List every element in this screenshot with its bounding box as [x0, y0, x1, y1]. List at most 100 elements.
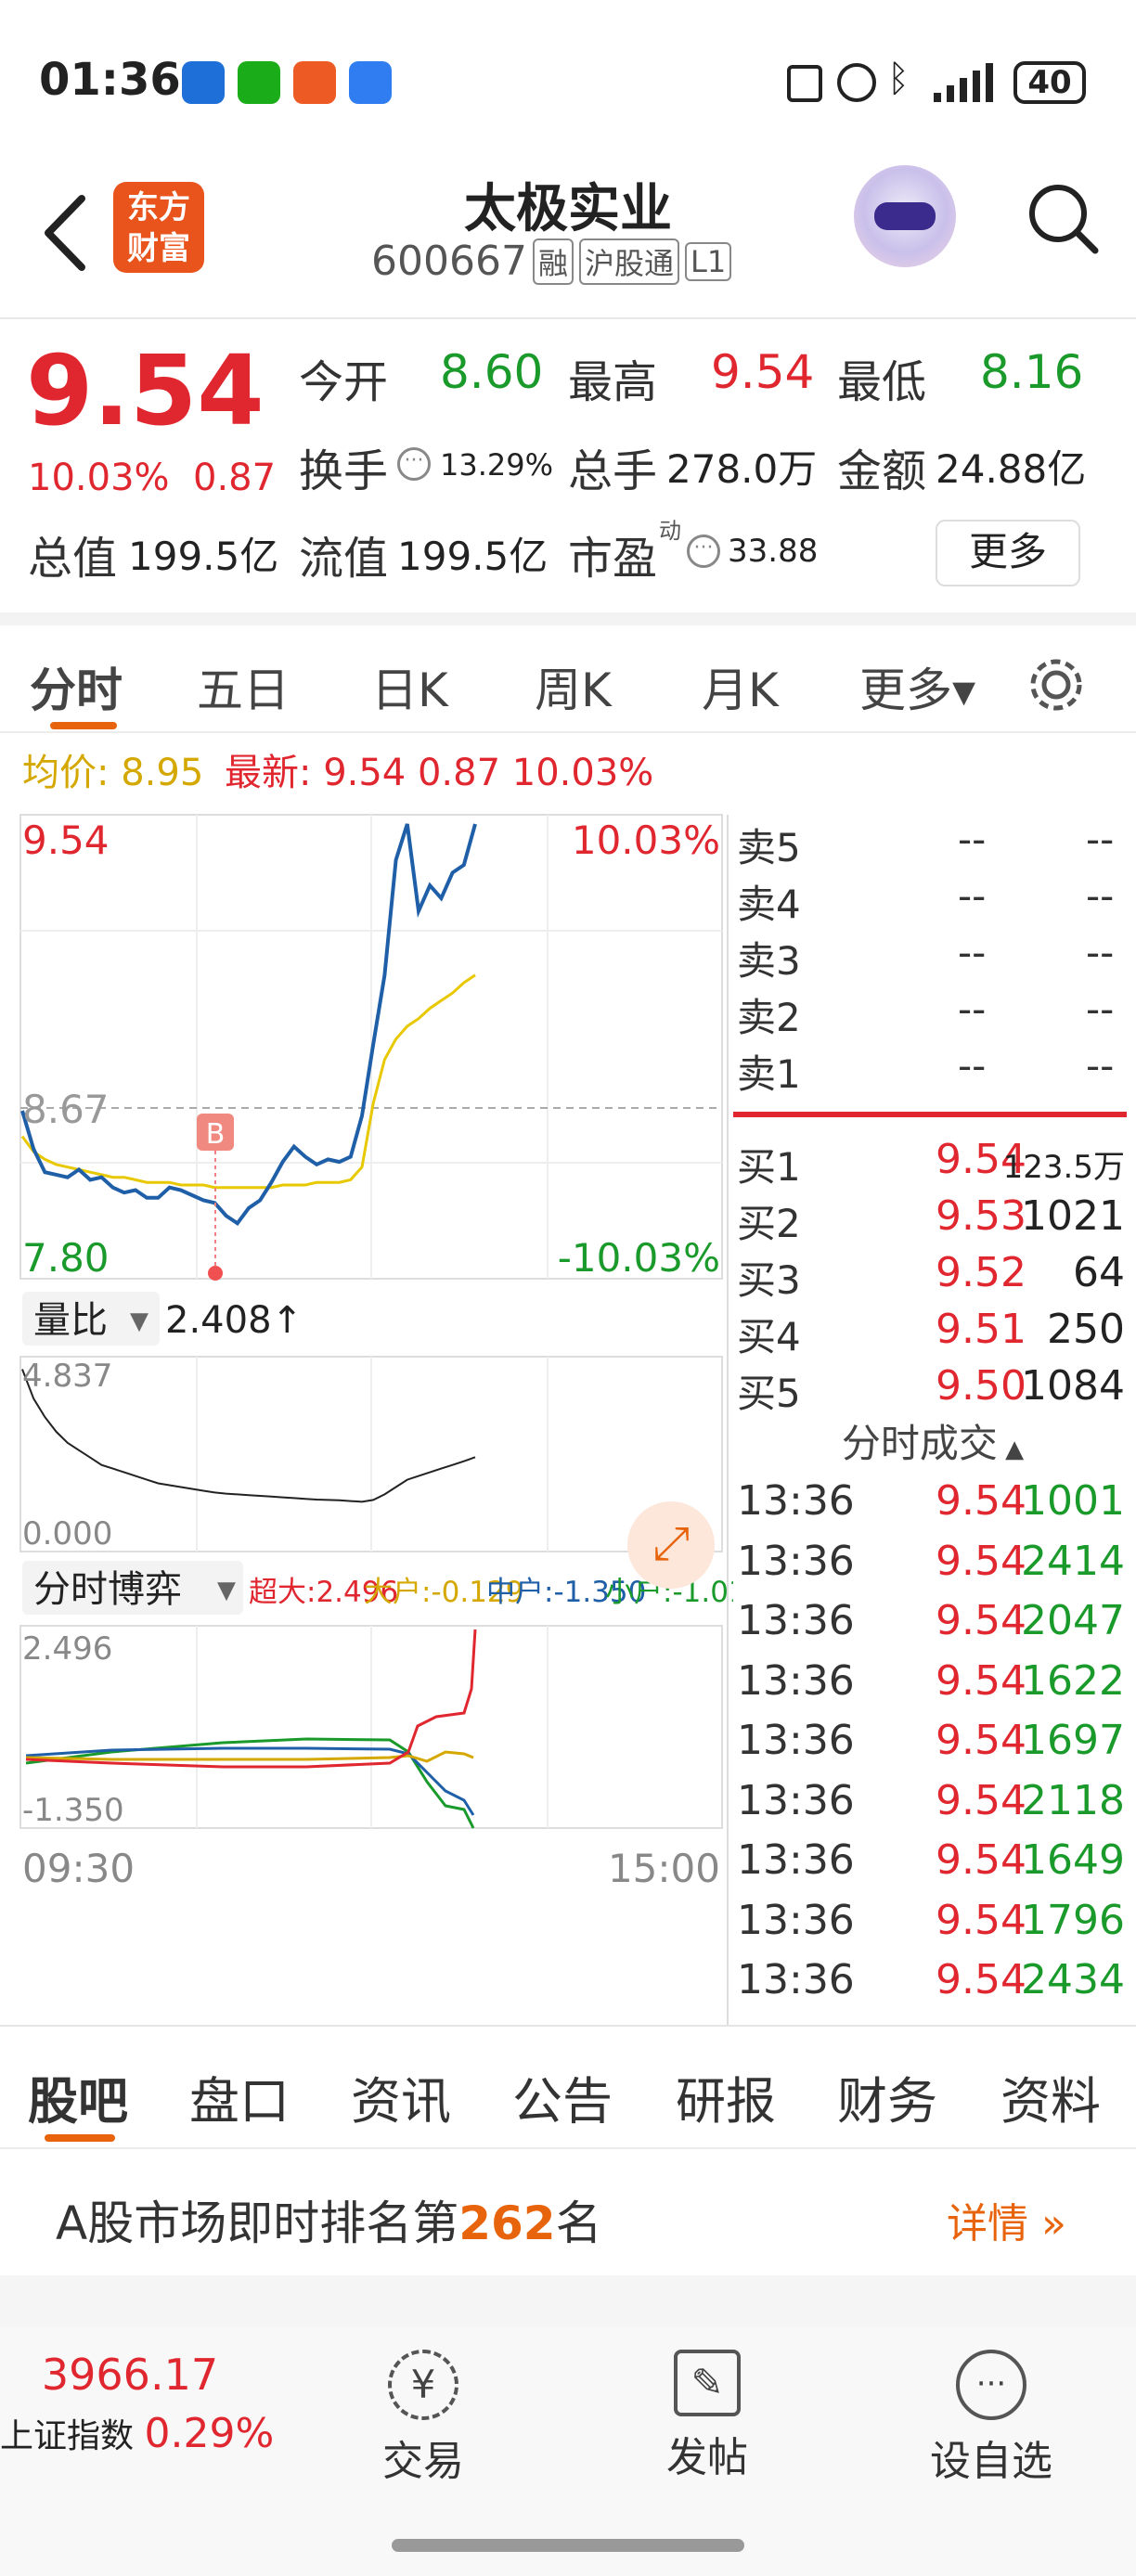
settings-gear-icon[interactable]: [1025, 653, 1088, 716]
ask-volume: --: [1086, 873, 1115, 919]
latest-price: 9.54: [323, 752, 407, 794]
tab-profile[interactable]: 资料: [1000, 2060, 1101, 2133]
tab-announcements[interactable]: 公告: [512, 2060, 613, 2133]
trade-row: 13:36 9.54 1622: [733, 1657, 1132, 1713]
latest-change: 0.87: [417, 752, 501, 794]
tab-daily-k[interactable]: 日K: [371, 653, 448, 720]
mktcap-label: 总值: [28, 533, 118, 585]
avg-value: 8.95: [121, 752, 204, 794]
volume-ratio-min: 0.000: [22, 1515, 112, 1552]
ask-row[interactable]: 卖5 -- --: [733, 817, 1132, 870]
amount-value: 24.88亿: [936, 446, 1087, 492]
bid-row[interactable]: 买1 9.54 123.5万: [733, 1136, 1132, 1190]
signal-icon: [934, 63, 993, 102]
add-watchlist-button[interactable]: ··· 设自选: [898, 2350, 1084, 2487]
trades-title-row[interactable]: 分时成交 ▲: [733, 1412, 1132, 1469]
trade-row: 13:36 9.54 2118: [733, 1777, 1132, 1833]
bid-volume: 250: [1047, 1306, 1125, 1353]
bid-row[interactable]: 买2 9.53 1021: [733, 1192, 1132, 1246]
ask-price: --: [958, 930, 987, 975]
bid-price: 9.52: [936, 1249, 1026, 1296]
more-button[interactable]: 更多: [936, 520, 1080, 586]
bid-price: 9.53: [936, 1192, 1026, 1240]
tab-weekly-k[interactable]: 周K: [535, 653, 612, 720]
stock-code-row: 600667 融 沪股通 L1: [371, 238, 732, 285]
latest-label: 最新:: [224, 752, 312, 794]
rank-banner[interactable]: A股市场即时排名第262名 详情 »: [0, 2149, 1136, 2275]
avg-price-series: [20, 973, 476, 1190]
ask-price: --: [958, 986, 987, 1032]
expand-icon[interactable]: ⤢: [627, 1501, 715, 1589]
ask-row[interactable]: 卖1 -- --: [733, 1043, 1132, 1097]
tab-research[interactable]: 研报: [676, 2060, 776, 2133]
ask-volume: --: [1086, 930, 1115, 975]
open-value: 8.60: [440, 345, 544, 399]
trade-price: 9.54: [936, 1537, 1026, 1585]
quote-summary: 9.54 10.03% 0.87 今开 8.60 最高 9.54 最低 8.16…: [0, 319, 1136, 612]
index-ticker[interactable]: 3966.17 上证指数 0.29%: [0, 2350, 278, 2457]
trade-price: 9.54: [936, 1717, 1026, 1764]
tab-intraday[interactable]: 分时: [30, 653, 123, 720]
dropdown-icon: ▼: [130, 1307, 148, 1335]
edit-icon: ✎: [674, 2350, 741, 2416]
bid-row[interactable]: 买5 9.50 1084: [733, 1362, 1132, 1416]
assistant-avatar[interactable]: [854, 165, 956, 267]
post-button[interactable]: ✎ 发帖: [614, 2350, 800, 2483]
trade-time: 13:36: [737, 1836, 855, 1884]
high-label: 最高: [568, 356, 658, 408]
period-tabs: 分时 五日 日K 周K 月K 更多▾: [0, 612, 1136, 733]
volume-ratio-label: 量比: [33, 1299, 108, 1342]
trade-time: 13:36: [737, 1776, 855, 1824]
sort-up-icon: ▲: [997, 1436, 1025, 1463]
tab-news[interactable]: 资讯: [351, 2060, 451, 2133]
bid-level-label: 买3: [737, 1257, 801, 1303]
tab-finance[interactable]: 财务: [837, 2060, 937, 2133]
info-icon[interactable]: ···: [397, 447, 431, 481]
trade-volume: 1697: [1021, 1717, 1125, 1764]
trade-time: 13:36: [737, 1717, 855, 1764]
trade-button[interactable]: ¥ 交易: [330, 2350, 516, 2487]
shield-icon: [349, 61, 392, 104]
tab-five-day[interactable]: 五日: [197, 653, 290, 720]
fund-flow-label: 分时博弈: [33, 1568, 182, 1611]
trade-time: 13:36: [737, 1896, 855, 1944]
trade-row: 13:36 9.54 1001: [733, 1477, 1132, 1533]
rank-prefix: A股市场即时排名第: [56, 2196, 459, 2250]
trade-volume: 2118: [1021, 1776, 1125, 1824]
trade-row: 13:36 9.54 2047: [733, 1597, 1132, 1653]
yuan-icon: ¥: [388, 2350, 458, 2420]
tab-more[interactable]: 更多▾: [859, 653, 975, 720]
tab-guba[interactable]: 股吧: [28, 2060, 128, 2133]
connect-tag: 沪股通: [578, 238, 679, 285]
bid-row[interactable]: 买3 9.52 64: [733, 1249, 1132, 1303]
rank-value: 262: [458, 2196, 556, 2250]
pct-axis-bottom: -10.03%: [558, 1235, 720, 1281]
ask-row[interactable]: 卖4 -- --: [733, 873, 1132, 927]
search-icon[interactable]: [1021, 176, 1104, 260]
bid-volume: 123.5万: [1002, 1149, 1125, 1186]
open-label: 今开: [299, 356, 389, 408]
float-value: 199.5亿: [397, 534, 549, 579]
ask-volume: --: [1086, 986, 1115, 1032]
detail-link[interactable]: 详情 »: [947, 2190, 1066, 2249]
info-icon[interactable]: ···: [687, 535, 720, 568]
trade-price: 9.54: [936, 1477, 1026, 1525]
ask-bid-divider: [733, 1112, 1127, 1117]
intraday-chart[interactable]: B 9.54 8.67 7.80 10.03% -10.03% 量比 ▼ 2.4…: [0, 807, 733, 2025]
bid-volume: 1021: [1021, 1192, 1125, 1240]
ask-level-label: 卖1: [737, 1051, 801, 1097]
bid-volume: 64: [1073, 1249, 1125, 1296]
ask-row[interactable]: 卖3 -- --: [733, 930, 1132, 984]
bid-row[interactable]: 买4 9.51 250: [733, 1306, 1132, 1359]
index-value: 3966.17: [41, 2350, 219, 2400]
mktcap-value: 199.5亿: [128, 534, 279, 579]
latest-pct: 10.03%: [511, 752, 654, 794]
section-gap: [0, 2275, 1136, 2327]
tab-monthly-k[interactable]: 月K: [702, 653, 779, 720]
ask-price: --: [958, 817, 987, 862]
ask-row[interactable]: 卖2 -- --: [733, 986, 1132, 1040]
alarm-icon: [837, 63, 876, 102]
home-indicator: [392, 2539, 744, 2552]
tab-pankou[interactable]: 盘口: [189, 2060, 290, 2133]
status-time: 01:36: [39, 54, 181, 106]
